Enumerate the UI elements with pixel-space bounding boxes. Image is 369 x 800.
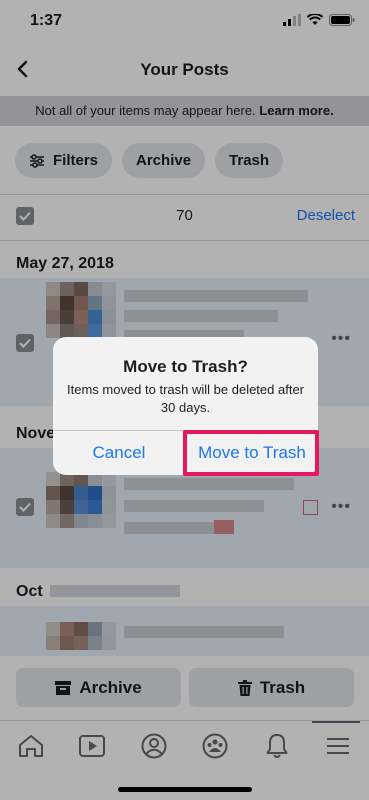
dialog-title: Move to Trash? [123,357,248,376]
highlight-box [183,430,319,476]
cancel-button[interactable]: Cancel [53,431,185,475]
dialog-message: Items moved to trash will be deleted aft… [67,382,305,415]
